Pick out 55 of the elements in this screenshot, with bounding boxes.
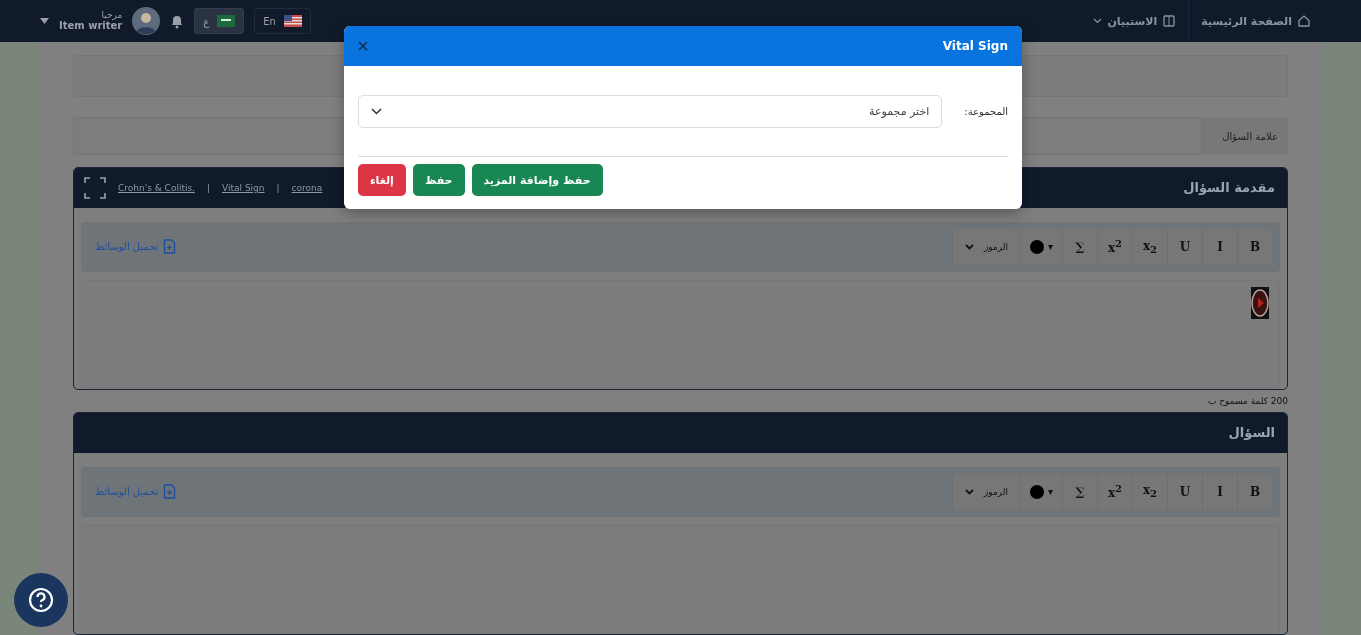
format-button[interactable]: x$_{2}$ — [1132, 473, 1167, 510]
field-label: المجموعة: — [964, 106, 1008, 117]
field-label: علامة السؤال — [1221, 130, 1278, 142]
color-picker-button[interactable]: ▾ — [1020, 473, 1062, 510]
section-title: السؤال — [1228, 425, 1275, 441]
caret-icon[interactable] — [40, 18, 49, 24]
format-button[interactable]: ∑ — [1062, 228, 1097, 265]
format-button[interactable]: x$_{2}$ — [1132, 228, 1167, 265]
help-icon — [28, 587, 54, 613]
dialog-button[interactable]: حفظ وإضافة المزيد — [471, 164, 603, 196]
file-plus-icon — [163, 239, 177, 255]
dialog-title: Vital Sign — [942, 39, 1008, 53]
home-icon — [1297, 14, 1311, 28]
format-button[interactable]: B — [1237, 228, 1272, 265]
chevron-down-icon — [965, 243, 974, 250]
separator-text: | — [276, 182, 280, 193]
dialog-button[interactable]: حفظ — [412, 164, 465, 196]
format-button[interactable]: B — [1237, 473, 1272, 510]
format-button[interactable]: I — [1202, 473, 1237, 510]
bell-icon[interactable] — [170, 13, 185, 29]
format-button[interactable]: U — [1167, 473, 1202, 510]
symbols-dropdown[interactable]: الرموز — [952, 473, 1020, 510]
language-button[interactable]: En — [254, 8, 311, 34]
book-icon — [1162, 14, 1177, 28]
separator-text: | — [207, 182, 211, 193]
section-title: مقدمة السؤال — [1183, 180, 1275, 196]
flag-icon — [283, 15, 302, 27]
greeting-text: مرحبا — [101, 10, 123, 21]
word-limit-text: 200 كلمة مسموح ب — [1207, 395, 1288, 406]
chevron-down-icon — [1093, 18, 1103, 24]
color-picker-button[interactable]: ▾ — [1020, 228, 1062, 265]
dialog-button[interactable]: إلغاء — [358, 164, 406, 196]
avatar-icon[interactable] — [132, 7, 161, 35]
file-plus-icon — [163, 484, 177, 500]
tag-link[interactable]: corona — [291, 182, 323, 193]
symbols-dropdown[interactable]: الرموز — [952, 228, 1020, 265]
chevron-down-icon — [371, 108, 382, 115]
language-button[interactable]: ع — [194, 8, 245, 34]
format-button[interactable]: U — [1167, 228, 1202, 265]
format-button[interactable]: x$^{2}$ — [1097, 228, 1132, 265]
flag-icon — [217, 15, 236, 27]
chevron-down-icon — [965, 488, 974, 495]
help-button[interactable] — [14, 573, 68, 627]
format-button[interactable]: ∑ — [1062, 473, 1097, 510]
format-button[interactable]: x$^{2}$ — [1097, 473, 1132, 510]
close-icon[interactable] — [358, 41, 368, 51]
tag-link[interactable]: Crohn's & Colitis. — [118, 182, 195, 193]
format-button[interactable]: I — [1202, 228, 1237, 265]
user-name: Item writer — [59, 20, 123, 32]
group-select[interactable]: اختر مجموعة — [358, 95, 943, 128]
video-play-icon — [1251, 286, 1269, 319]
home-link[interactable]: الصفحة الرئيسية — [1201, 14, 1311, 28]
tag-link[interactable]: Vital Sign — [222, 182, 265, 193]
survey-menu[interactable]: الاستبيان — [1093, 14, 1177, 28]
fullscreen-icon[interactable] — [84, 176, 106, 199]
